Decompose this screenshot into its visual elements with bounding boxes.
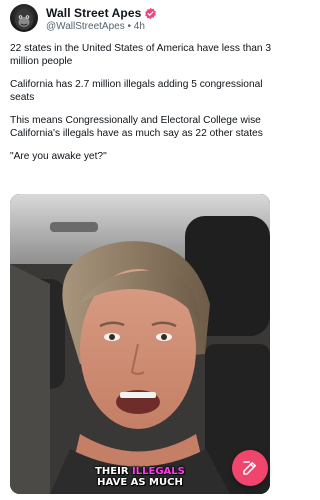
author-meta: @WallStreetApes • 4h: [46, 21, 145, 32]
caption-text: HAVE AS MUCH: [97, 477, 183, 488]
compose-icon: [243, 461, 256, 475]
author-display-name[interactable]: Wall Street Apes: [46, 6, 141, 20]
post-paragraph: "Are you awake yet?": [10, 151, 107, 162]
video-frame: [10, 194, 270, 494]
caption-highlight: ILLEGALS: [132, 466, 185, 477]
post-header: Wall Street Apes @WallStreetApes • 4h: [10, 4, 270, 34]
ape-avatar-icon: [15, 10, 33, 30]
verified-badge-icon: [145, 7, 157, 19]
meta-separator: •: [127, 21, 131, 32]
post-paragraph: 22 states in the United States of Americ…: [10, 43, 272, 67]
author-handle[interactable]: @WallStreetApes: [46, 21, 125, 32]
post-timestamp: 4h: [133, 21, 145, 32]
compose-button[interactable]: [232, 450, 268, 486]
video-caption: THEIR ILLEGALS HAVE AS MUCH: [10, 466, 270, 488]
post-paragraph: California has 2.7 million illegals addi…: [10, 79, 263, 103]
caption-text: THEIR: [95, 466, 133, 477]
author-avatar[interactable]: [10, 4, 38, 32]
post-paragraph: This means Congressionally and Electoral…: [10, 115, 263, 139]
post-video[interactable]: THEIR ILLEGALS HAVE AS MUCH: [10, 194, 270, 494]
post-text: 22 states in the United States of Americ…: [10, 42, 272, 173]
